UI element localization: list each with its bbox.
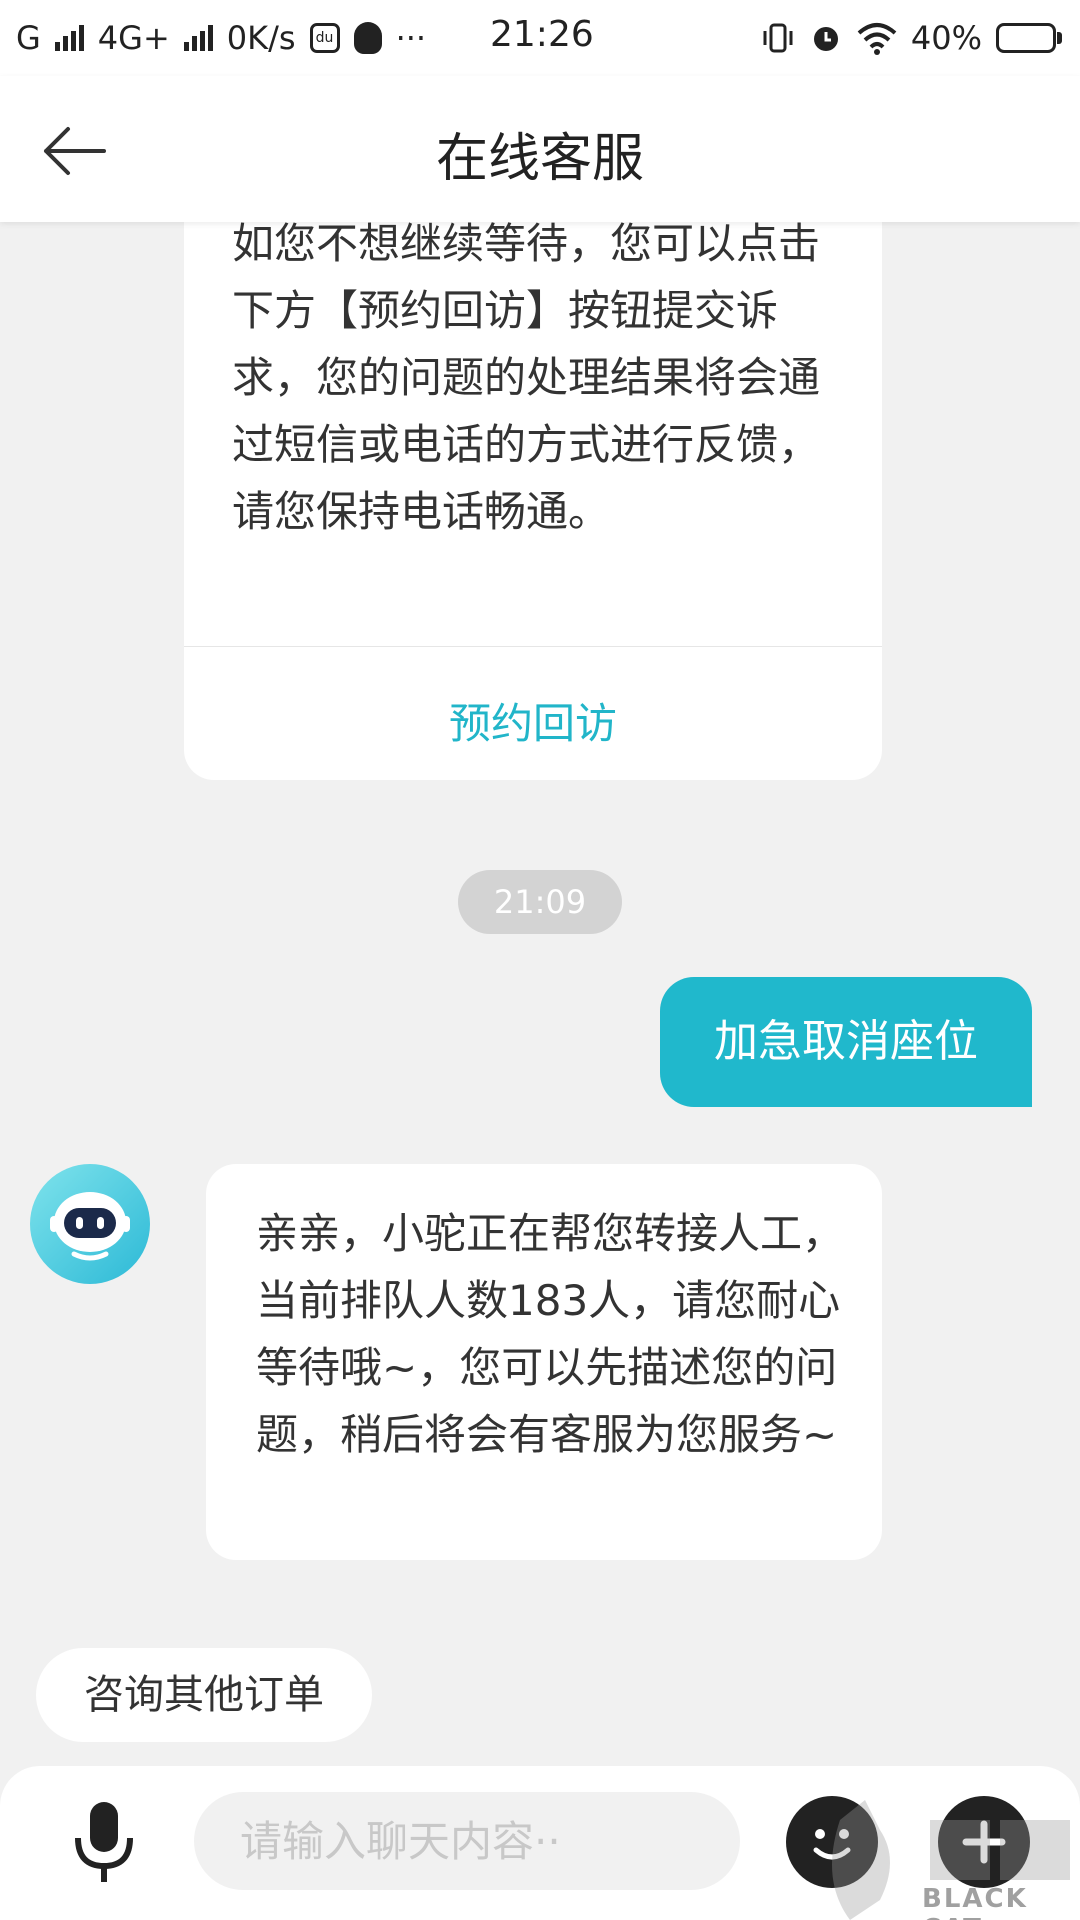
status-left: G 4G+ 0K/s du ··· bbox=[16, 19, 426, 57]
network-type-label: 4G+ bbox=[97, 19, 170, 57]
network-speed: 0K/s bbox=[226, 19, 296, 57]
plus-glyph-icon bbox=[962, 1820, 1006, 1864]
status-right: 40% bbox=[761, 19, 1062, 57]
microphone-icon[interactable] bbox=[66, 1798, 142, 1888]
quick-reply-other-orders[interactable]: 咨询其他订单 bbox=[36, 1648, 372, 1742]
vibrate-icon bbox=[763, 23, 793, 53]
bot-message-text: 亲亲，小驼正在帮您转接人工，当前排队人数183人，请您耐心等待哦~，您可以先描述… bbox=[256, 1209, 845, 1459]
emoji-face-icon bbox=[813, 1829, 851, 1860]
watermark-text: BLACK CAT bbox=[922, 1884, 1028, 1920]
message-timestamp: 21:09 bbox=[458, 870, 622, 934]
app-header: 在线客服 bbox=[0, 76, 1080, 222]
battery-percent: 40% bbox=[910, 19, 982, 57]
user-message-bubble: 加急取消座位 bbox=[660, 977, 1032, 1107]
clock: 21:26 bbox=[490, 14, 594, 55]
agent-card-text: 如您不想继续等待，您可以点击下方【预约回访】按钮提交诉求，您的问题的处理结果将会… bbox=[232, 219, 821, 536]
alarm-icon bbox=[813, 27, 838, 51]
plus-icon[interactable] bbox=[938, 1796, 1030, 1888]
app-notification-icon: du bbox=[309, 23, 340, 53]
battery-icon bbox=[996, 23, 1062, 53]
chat-input[interactable] bbox=[194, 1792, 740, 1890]
qq-icon bbox=[353, 22, 382, 54]
card-divider bbox=[184, 646, 882, 647]
chat-input-bar bbox=[0, 1766, 1080, 1920]
more-notifications-icon: ··· bbox=[395, 19, 427, 57]
status-bar: G 4G+ 0K/s du ··· 21:26 40% bbox=[0, 0, 1080, 76]
carrier-label: G bbox=[16, 19, 41, 57]
page-title: 在线客服 bbox=[435, 129, 644, 189]
bot-avatar-icon bbox=[30, 1164, 150, 1284]
emoji-icon[interactable] bbox=[786, 1796, 878, 1888]
bot-message-bubble: 亲亲，小驼正在帮您转接人工，当前排队人数183人，请您耐心等待哦~，您可以先描述… bbox=[206, 1164, 882, 1560]
signal-icon bbox=[54, 25, 84, 51]
schedule-callback-button[interactable]: 预约回访 bbox=[184, 690, 882, 751]
signal-icon-2 bbox=[183, 25, 213, 51]
agent-message-card: 如您不想继续等待，您可以点击下方【预约回访】按钮提交诉求，您的问题的处理结果将会… bbox=[184, 180, 882, 780]
wifi-icon bbox=[857, 23, 897, 55]
